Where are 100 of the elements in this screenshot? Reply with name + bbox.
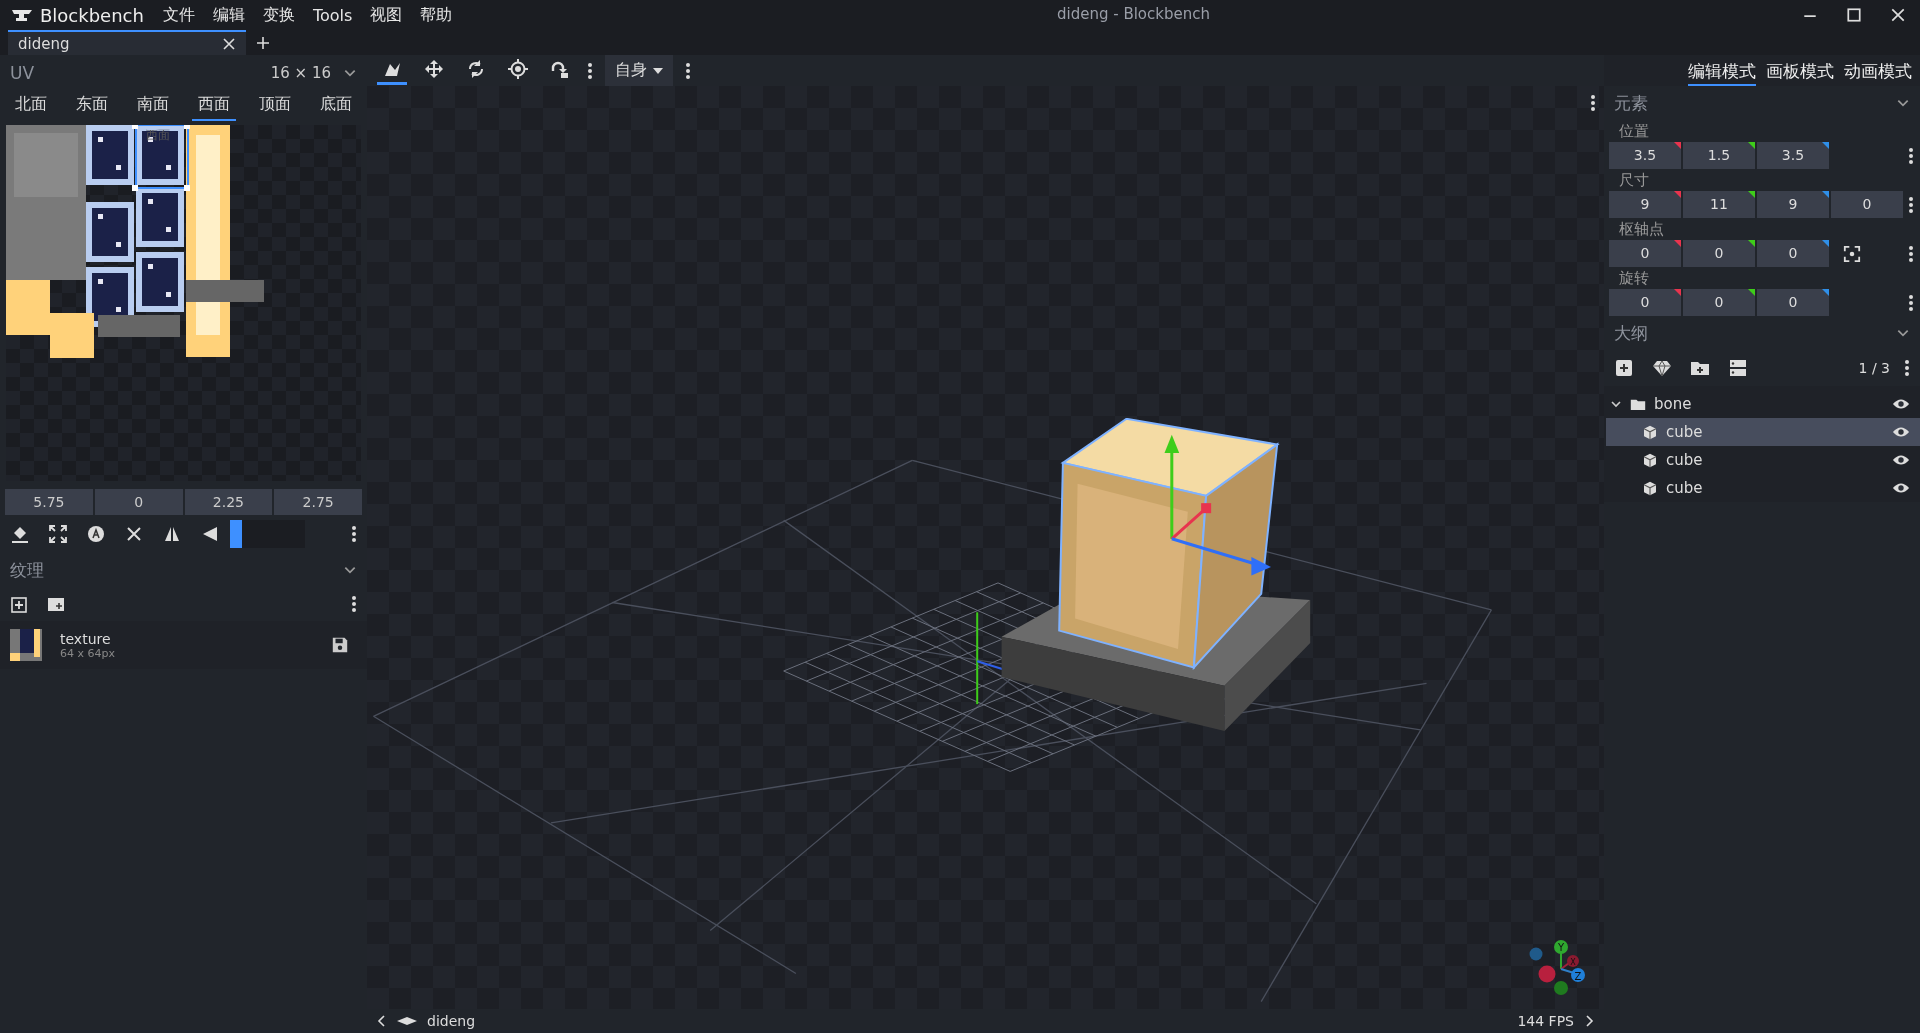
outliner-row[interactable]: cube: [1606, 474, 1920, 502]
panel-title: UV: [10, 63, 35, 83]
menu-item[interactable]: Tools: [303, 5, 362, 25]
eye-icon[interactable]: [1892, 398, 1910, 410]
more-vertical-icon[interactable]: [1908, 146, 1914, 165]
anvil-logo-icon: [10, 7, 34, 23]
mode-tab[interactable]: 画板模式: [1766, 60, 1834, 86]
close-icon[interactable]: [1890, 7, 1906, 23]
auto-badge-icon[interactable]: [86, 524, 106, 544]
more-vertical-icon[interactable]: [685, 61, 691, 80]
number-input-field[interactable]: 0: [1757, 240, 1829, 267]
caret-icon: [653, 67, 663, 74]
rotate-icon: [466, 59, 486, 79]
diamond-icon: [397, 1016, 417, 1026]
number-input-field[interactable]: 0: [1609, 289, 1681, 316]
face-tab[interactable]: 南面: [130, 91, 175, 121]
chevron-left-icon[interactable]: [377, 1015, 387, 1027]
number-input-field[interactable]: 11: [1683, 191, 1755, 218]
add-cube-icon[interactable]: [1614, 358, 1634, 378]
field-label: 位置: [1618, 121, 1650, 142]
fps-counter: 144 FPS: [1517, 1013, 1574, 1029]
menu-item[interactable]: 视图: [361, 4, 412, 26]
texture-thumbnail: [10, 629, 42, 661]
window-title: dideng - Blockbench: [1057, 5, 1210, 23]
number-input-field[interactable]: 0: [1831, 191, 1903, 218]
save-icon[interactable]: [331, 636, 349, 654]
maximize-icon[interactable]: [1846, 7, 1862, 23]
face-tab[interactable]: 东面: [69, 91, 114, 121]
number-input-field[interactable]: 1.5: [1683, 142, 1755, 169]
panel-title: 元素: [1614, 91, 1648, 115]
field-label: 枢轴点: [1618, 219, 1665, 240]
app-name: Blockbench: [40, 4, 144, 26]
number-input-field[interactable]: 0: [1609, 240, 1681, 267]
axis-label: Y: [1557, 942, 1565, 953]
panel-title: 大纲: [1614, 321, 1648, 345]
face-tab[interactable]: 顶面: [253, 91, 298, 121]
more-vertical-icon[interactable]: [1904, 359, 1910, 377]
eye-icon[interactable]: [1892, 454, 1910, 466]
add-texture-icon[interactable]: [10, 594, 30, 614]
uv-input-field[interactable]: 5.75: [5, 489, 93, 515]
more-vertical-icon[interactable]: [1908, 293, 1914, 312]
face-label: 西面: [146, 127, 170, 144]
outliner-row[interactable]: bone: [1606, 390, 1920, 418]
eye-icon[interactable]: [1892, 426, 1910, 438]
cube-icon: [1642, 452, 1658, 468]
mode-tab[interactable]: 编辑模式: [1688, 60, 1756, 86]
number-input-field[interactable]: 9: [1757, 191, 1829, 218]
panel-title: 纹理: [10, 558, 44, 582]
selection-count: 1 / 3: [1858, 360, 1890, 376]
menu-item[interactable]: 编辑: [203, 4, 254, 26]
space-dropdown[interactable]: 自身: [605, 55, 673, 86]
more-vertical-icon[interactable]: [1590, 94, 1596, 112]
more-vertical-icon[interactable]: [351, 525, 357, 543]
list-icon[interactable]: [1728, 358, 1748, 378]
project-tab[interactable]: dideng: [8, 30, 246, 55]
curved-arrow-icon: [550, 59, 570, 79]
axis-label: Z: [1574, 970, 1582, 982]
more-vertical-icon[interactable]: [587, 61, 593, 80]
focus-icon[interactable]: [1843, 244, 1861, 263]
number-input-field[interactable]: 3.5: [1757, 142, 1829, 169]
number-input-field[interactable]: 3.5: [1609, 142, 1681, 169]
texture-name: texture: [60, 630, 112, 647]
plus-icon[interactable]: [256, 36, 270, 50]
uv-input-field[interactable]: 2.25: [184, 489, 273, 515]
axis-label: X: [1570, 957, 1576, 967]
axis-gizmo[interactable]: Y X Z: [1529, 940, 1585, 995]
number-input-field[interactable]: 0: [1757, 289, 1829, 316]
eye-icon[interactable]: [1892, 482, 1910, 494]
menu-item[interactable]: 文件: [153, 4, 204, 26]
menu-item[interactable]: 帮助: [411, 4, 462, 26]
chevron-down-icon[interactable]: [1610, 398, 1622, 410]
target-icon: [508, 59, 528, 79]
number-input-field[interactable]: 0: [1683, 240, 1755, 267]
close-icon[interactable]: [222, 36, 236, 51]
uv-input-field[interactable]: 0: [94, 489, 183, 515]
face-tab[interactable]: 北面: [8, 91, 53, 121]
number-input-field[interactable]: 0: [1683, 289, 1755, 316]
uv-size-select[interactable]: 16 × 16: [270, 64, 331, 82]
more-vertical-icon[interactable]: [1908, 244, 1914, 263]
face-tab[interactable]: 西面: [192, 91, 237, 121]
menu-item[interactable]: 变换: [253, 4, 304, 26]
texture-size: 64 x 64px: [60, 646, 115, 660]
mode-tab[interactable]: 动画模式: [1844, 60, 1912, 86]
uv-input-field[interactable]: 2.75: [274, 489, 362, 515]
gem-icon[interactable]: [1652, 358, 1672, 378]
expand-arrows-icon[interactable]: [48, 524, 68, 544]
cube-icon: [1642, 424, 1658, 440]
number-input-field[interactable]: 9: [1609, 191, 1681, 218]
more-vertical-icon[interactable]: [351, 595, 357, 613]
field-label: 尺寸: [1618, 170, 1650, 191]
outliner-row[interactable]: cube: [1606, 446, 1920, 474]
project-name: dideng: [427, 1013, 476, 1029]
chevron-right-icon[interactable]: [1584, 1015, 1594, 1027]
field-label: 旋转: [1618, 268, 1650, 289]
slider-fill[interactable]: [230, 520, 242, 548]
move-arrows-icon: [424, 59, 444, 79]
cube-icon: [1642, 480, 1658, 496]
face-tab[interactable]: 底面: [314, 91, 359, 121]
more-vertical-icon[interactable]: [1908, 195, 1914, 214]
outliner-row[interactable]: cube: [1606, 418, 1920, 446]
